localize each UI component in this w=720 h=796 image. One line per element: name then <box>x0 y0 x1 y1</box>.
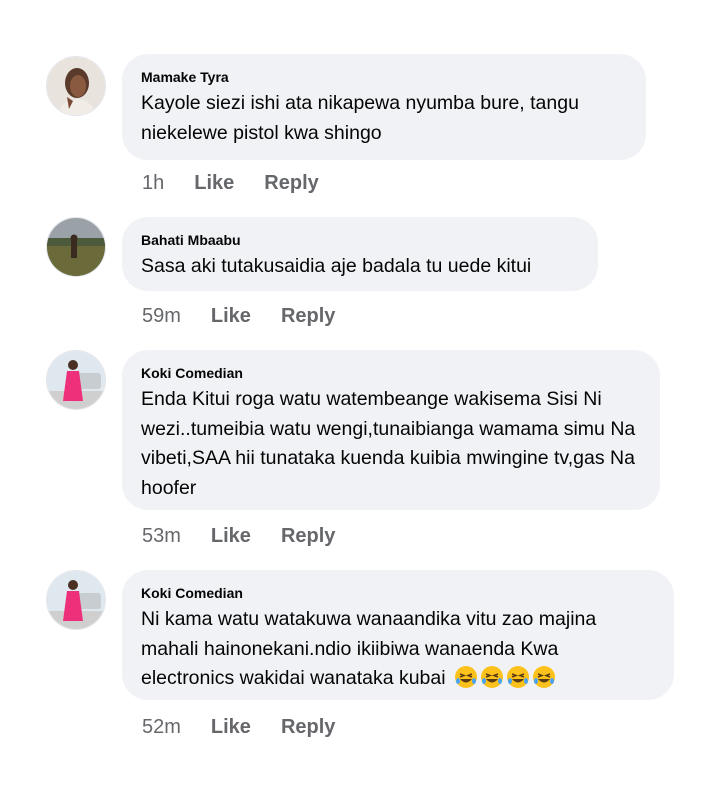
comment-timestamp[interactable]: 53m <box>142 525 181 548</box>
user-photo-icon <box>47 57 105 115</box>
comment-bubble: Koki Comedian Enda Kitui roga watu watem… <box>122 350 660 510</box>
rolling-on-the-floor-laughing-emoji-icon <box>507 666 530 688</box>
reply-button[interactable]: Reply <box>281 525 335 548</box>
comment-bubble: Mamake Tyra Kayole siezi ishi ata nikape… <box>122 54 646 160</box>
rolling-on-the-floor-laughing-emoji-icon <box>455 666 478 688</box>
avatar[interactable] <box>46 217 106 277</box>
reply-button[interactable]: Reply <box>281 716 335 739</box>
user-photo-icon <box>47 218 105 276</box>
comment-timestamp[interactable]: 52m <box>142 716 181 739</box>
comment-text: Enda Kitui roga watu watembeange wakisem… <box>141 388 636 499</box>
like-button[interactable]: Like <box>211 305 251 328</box>
comment-timestamp[interactable]: 59m <box>142 305 181 328</box>
avatar[interactable] <box>46 56 106 116</box>
comment-timestamp[interactable]: 1h <box>142 172 164 195</box>
comment-text: Kayole siezi ishi ata nikapewa nyumba bu… <box>141 92 579 144</box>
user-photo-icon <box>47 351 105 409</box>
like-button[interactable]: Like <box>211 716 251 739</box>
comment-actions: 59m Like Reply <box>142 302 365 330</box>
comment-text: Ni kama watu watakuwa wanaandika vitu za… <box>141 605 654 694</box>
user-photo-icon <box>47 571 105 629</box>
reply-button[interactable]: Reply <box>264 172 318 195</box>
comment-bubble: Koki Comedian Ni kama watu watakuwa wana… <box>122 570 674 700</box>
rolling-on-the-floor-laughing-emoji-icon <box>533 666 556 688</box>
like-button[interactable]: Like <box>194 172 234 195</box>
comment-author[interactable]: Koki Comedian <box>141 364 640 382</box>
comment-author[interactable]: Mamake Tyra <box>141 68 626 86</box>
comment-author[interactable]: Koki Comedian <box>141 584 654 602</box>
comment-actions: 52m Like Reply <box>142 713 365 741</box>
comment-actions: 1h Like Reply <box>142 169 349 197</box>
like-button[interactable]: Like <box>211 525 251 548</box>
comment-author[interactable]: Bahati Mbaabu <box>141 231 578 249</box>
emoji-group <box>451 666 556 689</box>
comment-bubble: Bahati Mbaabu Sasa aki tutakusaidia aje … <box>122 217 598 291</box>
comment-text: Sasa aki tutakusaidia aje badala tu uede… <box>141 255 532 277</box>
rolling-on-the-floor-laughing-emoji-icon <box>481 666 504 688</box>
avatar[interactable] <box>46 350 106 410</box>
reply-button[interactable]: Reply <box>281 305 335 328</box>
avatar[interactable] <box>46 570 106 630</box>
comment-actions: 53m Like Reply <box>142 522 365 550</box>
